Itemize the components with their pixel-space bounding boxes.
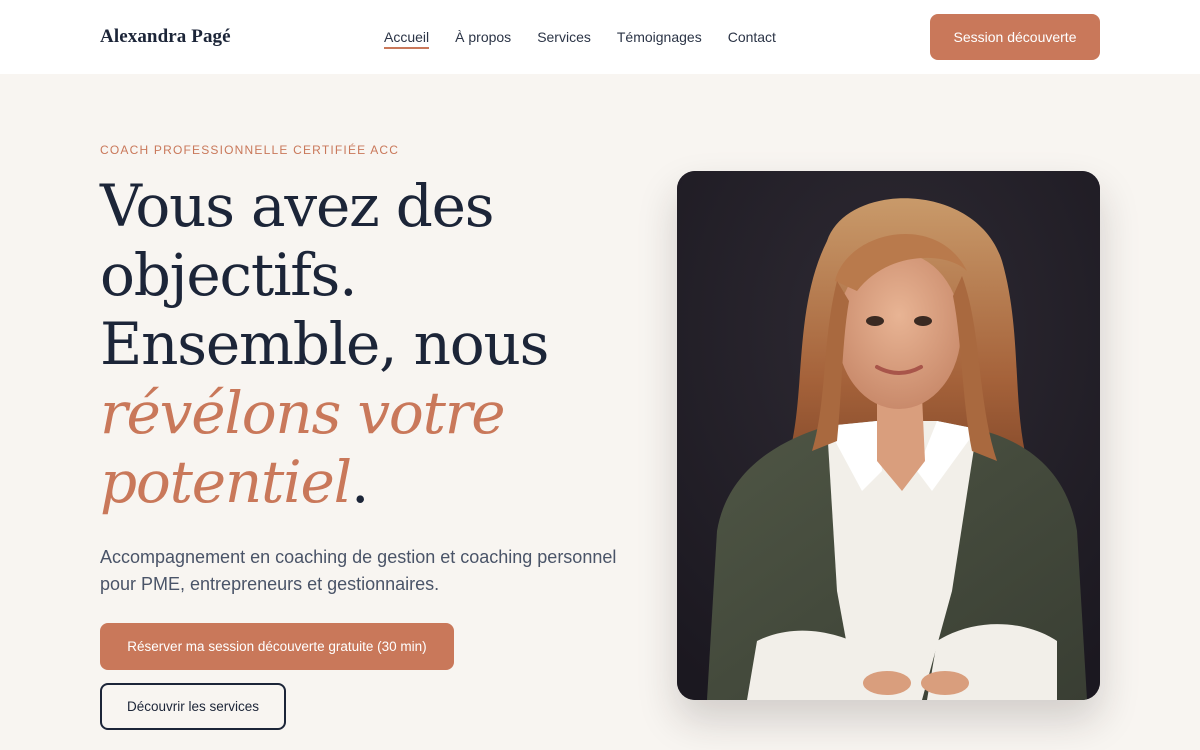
hero-subtitle: Accompagnement en coaching de gestion et… xyxy=(100,547,617,594)
hero-headline: Vous avez des objectifs. Ensemble, nous … xyxy=(100,172,640,517)
site-header: Alexandra Pagé Accueil À propos Services… xyxy=(0,0,1200,74)
portrait-illustration xyxy=(677,171,1100,700)
nav-item-a-propos[interactable]: À propos xyxy=(455,29,511,46)
nav-item-accueil[interactable]: Accueil xyxy=(384,29,430,49)
headline-accent-line-1: révélons votre xyxy=(100,379,506,447)
headline-line-2: objectifs. xyxy=(100,241,358,309)
coach-portrait-photo xyxy=(677,171,1100,700)
headline-line-5: potentiel. xyxy=(100,448,640,517)
discover-services-button[interactable]: Découvrir les services xyxy=(100,683,286,730)
nav-item-contact[interactable]: Contact xyxy=(728,29,776,46)
headline-line-3: Ensemble, nous xyxy=(100,310,549,378)
nav-item-temoignages[interactable]: Témoignages xyxy=(617,29,702,46)
headline-accent-line-2: potentiel xyxy=(100,448,352,516)
brand-logo[interactable]: Alexandra Pagé xyxy=(100,26,231,48)
book-free-session-button[interactable]: Réserver ma session découverte gratuite … xyxy=(100,623,454,670)
session-decouverte-button[interactable]: Session découverte xyxy=(930,14,1100,60)
nav-item-services[interactable]: Services xyxy=(537,29,591,46)
hero-eyebrow: COACH PROFESSIONNELLE CERTIFIÉE ACC xyxy=(100,143,400,157)
headline-line-1: Vous avez des xyxy=(100,172,495,240)
main-nav: Accueil À propos Services Témoignages Co… xyxy=(384,29,802,49)
headline-period: . xyxy=(350,448,369,516)
